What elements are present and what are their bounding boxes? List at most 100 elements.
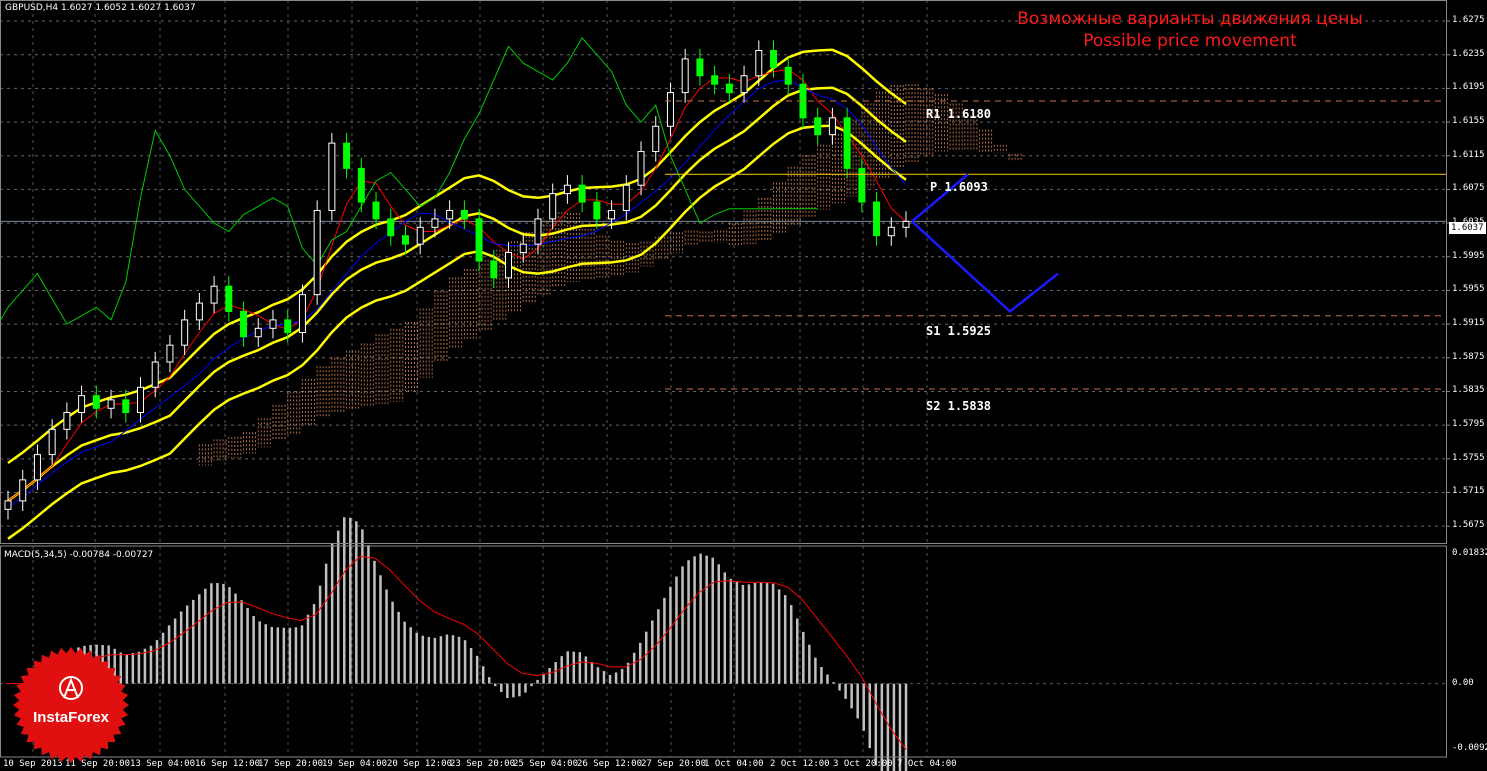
candle-body [534,218,542,245]
candle-body [902,220,910,228]
macd-label: MACD(5,34,5) -0.00784 -0.00727 [4,550,154,560]
candle-body [814,117,822,136]
candle-body [225,285,233,312]
candle-body [770,50,778,68]
candle-body [711,75,719,85]
candle-body [843,117,851,169]
svg-text:InstaForex: InstaForex [33,709,110,726]
candle-body [446,209,454,220]
candle-body [254,327,262,338]
price-tick-label: 1.5995 [1452,250,1485,261]
time-tick-label: 20 Sep 12:00 [387,759,453,769]
time-tick-label: 1 Oct 04:00 [704,759,764,769]
candle-body [652,125,660,153]
candle-body [4,500,12,510]
macd-panel [0,517,1446,771]
time-tick-label: 16 Sep 12:00 [195,759,261,769]
candle-body [357,167,365,203]
candle-body [269,319,277,329]
instaforex-logo: InstaForex [13,647,129,763]
price-tick-label: 1.5835 [1452,385,1485,396]
annotation-en: Possible price movement [1083,31,1297,51]
candle-body [740,75,748,94]
candle-body [401,235,409,245]
candle-body [549,193,557,220]
candle-body [725,83,733,94]
symbol-info: GBPUSD,H4 1.6027 1.6052 1.6027 1.6037 [5,3,196,13]
candle-body [298,294,306,334]
price-panel-frame [0,0,1447,544]
time-tick-label: 17 Sep 20:00 [258,759,324,769]
price-tick-label: 1.5875 [1452,351,1485,362]
time-tick-label: 19 Sep 04:00 [322,759,388,769]
candle-body [210,285,218,304]
price-tick-label: 1.5755 [1452,452,1485,463]
candle-body [608,209,616,220]
time-tick-label: 3 Oct 20:00 [833,759,893,769]
candle-body [240,310,248,338]
price-tick-label: 1.6195 [1452,82,1485,93]
candle-body [416,226,424,245]
forecast-down-line [911,220,1059,314]
price-tick-label: 1.5795 [1452,419,1485,430]
candle-body [33,454,41,481]
candle-body [475,218,483,262]
price-tick-label: 1.5715 [1452,486,1485,497]
candle-body [460,209,468,220]
candle-body [166,344,174,363]
annotation-ru: Возможные варианты движения цены [1017,9,1363,29]
candle-body [563,184,571,195]
time-tick-label: 26 Sep 12:00 [577,759,643,769]
s1-label: S1 1.5925 [926,324,992,338]
candlesticks [4,40,910,520]
macd-tick-label: 0.01832 [1452,548,1487,558]
pivot-label: P 1.6093 [930,180,988,194]
candle-body [372,201,380,220]
candle-body [136,386,144,414]
candle-body [887,226,895,237]
current-price-tag: 1.6037 [1449,222,1486,234]
macd-tick-label: -0.00925 [1452,743,1487,753]
time-tick-label: 13 Sep 04:00 [130,759,196,769]
candle-body [92,395,100,409]
candle-body [490,260,498,279]
price-tick-label: 1.6275 [1452,15,1485,26]
candle-body [578,184,586,203]
candle-body [755,50,763,77]
pivot-levels [665,100,1446,390]
candle-body [48,428,56,456]
price-tick-label: 1.6115 [1452,149,1485,160]
macd-signal-line [6,555,907,750]
candle-body [343,142,351,169]
candle-body [505,252,513,279]
candle-body [195,302,203,321]
macd-tick-label: 0.00 [1452,677,1474,688]
tenkan-sen [7,68,907,502]
candle-body [284,319,292,334]
candle-body [873,201,881,237]
price-tick-label: 1.6235 [1452,48,1485,59]
time-tick-label: 2 Oct 12:00 [770,759,830,769]
candle-body [63,412,71,430]
candle-body [858,167,866,203]
candle-body [387,218,395,237]
price-tick-label: 1.6155 [1452,116,1485,127]
candle-body [19,479,27,502]
time-tick-label: 25 Sep 04:00 [513,759,579,769]
price-tick-label: 1.5955 [1452,284,1485,295]
price-chart [0,0,1450,771]
candle-body [122,399,130,414]
price-tick-label: 1.6075 [1452,183,1485,194]
candle-body [78,395,86,414]
bollinger-middle [7,86,907,502]
candle-body [107,399,115,409]
candle-body [666,92,674,127]
price-tick-label: 1.5915 [1452,318,1485,329]
candle-body [313,209,321,296]
s2-label: S2 1.5838 [926,399,992,413]
r1-label: R1 1.6180 [926,107,992,121]
chikou-span [0,37,818,325]
candle-body [328,142,336,211]
candle-body [519,243,527,254]
candle-body [828,117,836,136]
